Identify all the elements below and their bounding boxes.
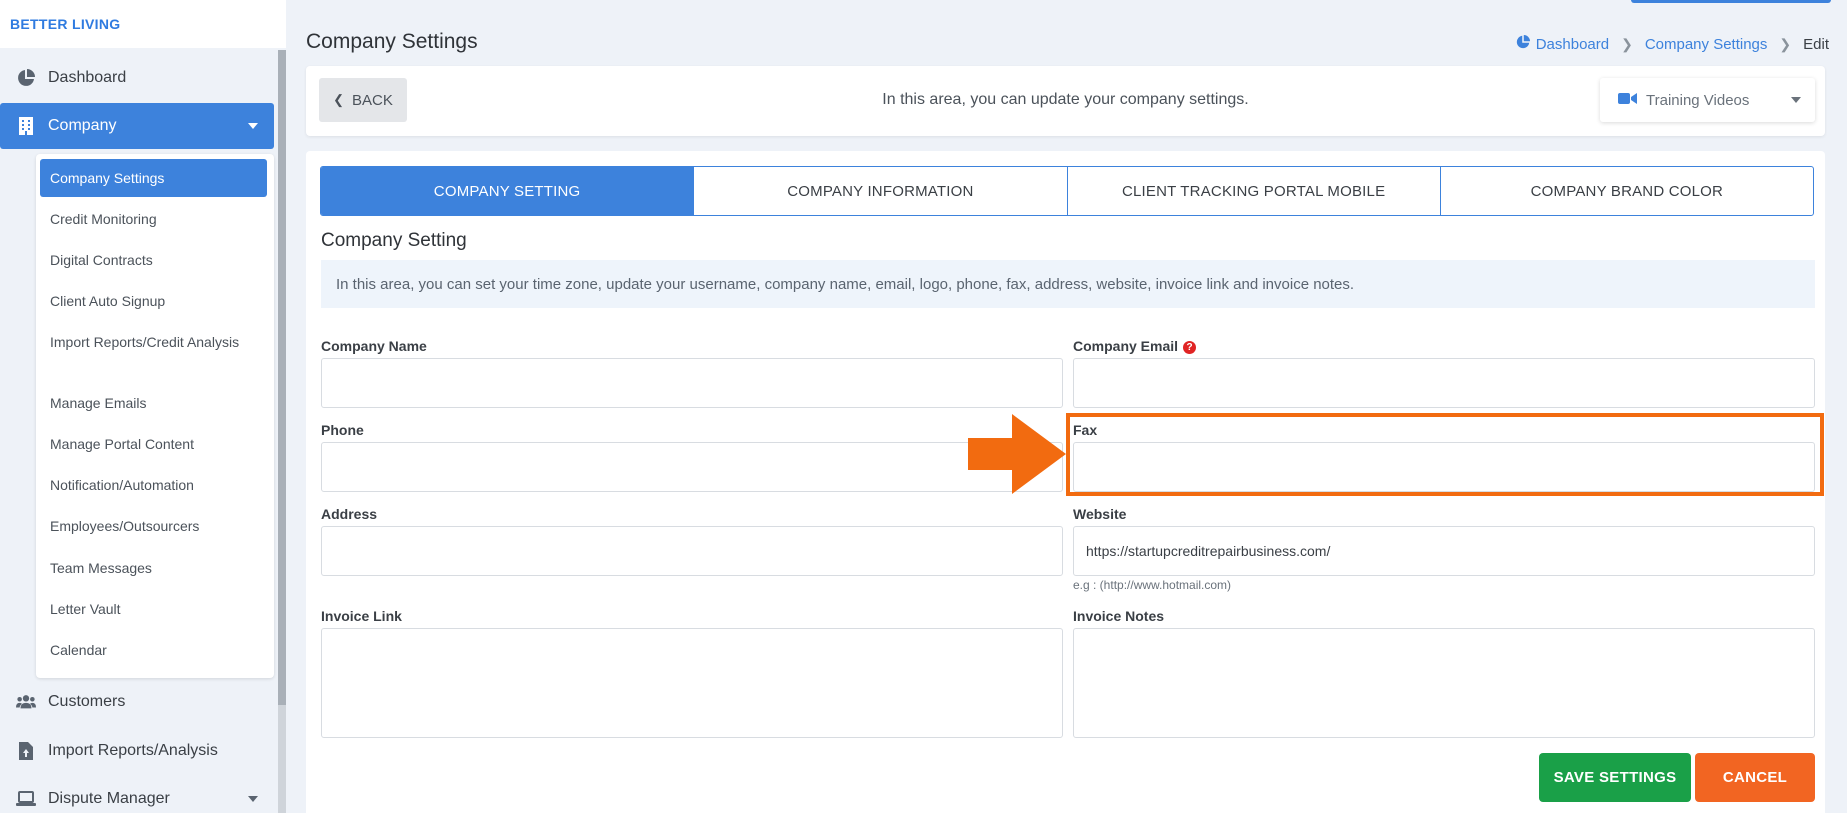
- caret-down-icon: [248, 796, 258, 802]
- breadcrumb: Dashboard ❯ Company Settings ❯ Edit: [1516, 35, 1829, 53]
- brand-logo[interactable]: BETTER LIVING: [0, 0, 286, 48]
- website-label: Website: [1073, 506, 1127, 522]
- submenu-item-manage-portal-content[interactable]: Manage Portal Content: [40, 434, 267, 454]
- sidebar-item-label: Dashboard: [48, 69, 127, 86]
- invoice-link-label: Invoice Link: [321, 608, 402, 624]
- address-input[interactable]: [321, 526, 1063, 576]
- training-videos-dropdown[interactable]: Training Videos: [1600, 78, 1815, 122]
- video-camera-icon: [1618, 92, 1637, 109]
- sidebar-item-label: Customers: [48, 693, 126, 710]
- submenu-item-credit-monitoring[interactable]: Credit Monitoring: [40, 209, 267, 229]
- website-help-text: e.g : (http://www.hotmail.com): [1073, 578, 1232, 592]
- tab-company-setting[interactable]: COMPANY SETTING: [321, 167, 695, 215]
- tab-company-information[interactable]: COMPANY INFORMATION: [694, 167, 1068, 215]
- sidebar: BETTER LIVING Dashboard Company Company …: [0, 0, 286, 813]
- sidebar-item-label: Dispute Manager: [48, 790, 170, 807]
- invoice-notes-label: Invoice Notes: [1073, 608, 1165, 624]
- pie-chart-icon: [16, 68, 36, 88]
- chevron-right-icon: ❯: [1621, 35, 1633, 52]
- settings-tabs: COMPANY SETTING COMPANY INFORMATION CLIE…: [320, 166, 1814, 216]
- building-icon: [16, 116, 36, 136]
- submenu-item-import-reports[interactable]: Import Reports/Credit Analysis: [40, 332, 240, 352]
- sidebar-item-company[interactable]: Company: [0, 103, 274, 149]
- sidebar-scrollbar[interactable]: [278, 50, 286, 813]
- save-settings-button[interactable]: SAVE SETTINGS: [1539, 753, 1691, 802]
- tab-client-tracking-portal-mobile[interactable]: CLIENT TRACKING PORTAL MOBILE: [1068, 167, 1441, 215]
- scrollbar-thumb[interactable]: [278, 50, 286, 705]
- company-email-label: Company Email?: [1073, 338, 1197, 354]
- section-title: Company Setting: [321, 230, 467, 251]
- invoice-notes-input[interactable]: [1073, 628, 1815, 738]
- sidebar-item-label: Company: [48, 117, 117, 134]
- submenu-item-letter-vault[interactable]: Letter Vault: [40, 599, 267, 619]
- company-email-input[interactable]: [1073, 358, 1815, 408]
- company-name-input[interactable]: [321, 358, 1063, 408]
- submenu-item-client-auto-signup[interactable]: Client Auto Signup: [40, 291, 267, 311]
- submenu-item-employees-outsourcers[interactable]: Employees/Outsourcers: [40, 516, 267, 536]
- caret-down-icon: [1791, 97, 1801, 103]
- sidebar-item-label: Import Reports/Analysis: [48, 742, 218, 759]
- users-icon: [16, 692, 36, 712]
- submenu-item-manage-emails[interactable]: Manage Emails: [40, 393, 267, 413]
- pie-chart-icon: [1516, 35, 1530, 53]
- training-videos-label: Training Videos: [1646, 91, 1750, 109]
- cancel-button[interactable]: CANCEL: [1695, 753, 1815, 802]
- submenu-item-digital-contracts[interactable]: Digital Contracts: [40, 250, 267, 270]
- breadcrumb-company-settings[interactable]: Company Settings: [1645, 36, 1768, 53]
- address-label: Address: [321, 506, 378, 522]
- breadcrumb-dashboard[interactable]: Dashboard: [1536, 36, 1609, 53]
- company-name-label: Company Name: [321, 338, 427, 354]
- submenu-item-company-settings[interactable]: Company Settings: [40, 159, 267, 197]
- submenu-item-notification-automation[interactable]: Notification/Automation: [40, 475, 267, 495]
- section-note: In this area, you can set your time zone…: [321, 260, 1815, 308]
- tab-company-brand-color[interactable]: COMPANY BRAND COLOR: [1441, 167, 1813, 215]
- sidebar-item-dispute-manager[interactable]: Dispute Manager: [0, 776, 274, 813]
- company-submenu: Company Settings Credit Monitoring Digit…: [36, 154, 274, 678]
- highlight-arrow-icon: [968, 414, 1066, 494]
- submenu-item-team-messages[interactable]: Team Messages: [40, 558, 267, 578]
- sidebar-item-dashboard[interactable]: Dashboard: [0, 55, 274, 101]
- top-accent-bar: [1631, 0, 1831, 3]
- sidebar-item-import-reports[interactable]: Import Reports/Analysis: [0, 728, 274, 774]
- laptop-icon: [16, 789, 36, 809]
- help-question-icon[interactable]: ?: [1183, 341, 1197, 354]
- file-upload-icon: [16, 741, 36, 761]
- info-bar: ❮ BACK In this area, you can update your…: [306, 66, 1825, 136]
- chevron-right-icon: ❯: [1779, 35, 1792, 52]
- fax-highlight-box: [1066, 413, 1824, 496]
- info-text: In this area, you can update your compan…: [882, 91, 1249, 108]
- company-email-label-text: Company Email: [1073, 338, 1179, 354]
- phone-label: Phone: [321, 422, 364, 438]
- invoice-link-input[interactable]: [321, 628, 1063, 738]
- breadcrumb-edit: Edit: [1803, 35, 1829, 53]
- phone-input[interactable]: [321, 442, 1063, 492]
- website-input[interactable]: https://startupcreditrepairbusiness.com/: [1073, 526, 1815, 576]
- caret-down-icon: [248, 123, 258, 129]
- submenu-item-calendar[interactable]: Calendar: [40, 640, 267, 660]
- sidebar-item-customers[interactable]: Customers: [0, 679, 274, 725]
- page-title: Company Settings: [306, 30, 478, 53]
